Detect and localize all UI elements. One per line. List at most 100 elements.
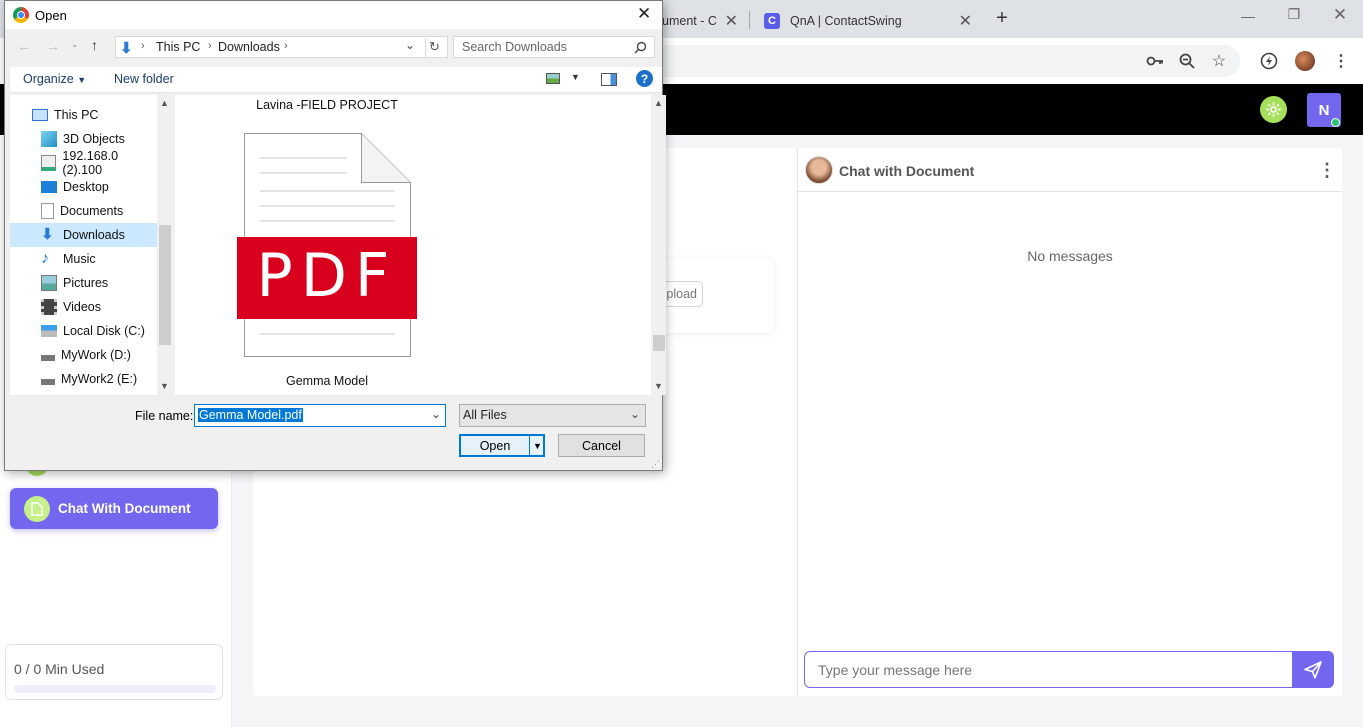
nav-item-label: Local Disk (C:) xyxy=(63,324,145,338)
profile-avatar[interactable] xyxy=(1295,51,1315,71)
key-icon[interactable] xyxy=(1144,50,1166,72)
file-item-lavina-field-project[interactable]: Lavina -FIELD PROJECT xyxy=(175,98,479,112)
nav-scrollbar[interactable]: ▲ ▼ xyxy=(157,95,173,395)
close-icon[interactable]: ✕ xyxy=(959,11,972,31)
tab-divider xyxy=(749,11,750,29)
file-name-value: Gemma Model.pdf xyxy=(198,408,303,422)
open-dropdown-icon[interactable]: ▼ xyxy=(533,441,542,451)
scroll-up-icon[interactable]: ▲ xyxy=(160,98,169,108)
dialog-close-icon[interactable]: ✕ xyxy=(637,4,651,24)
chrome-logo-icon xyxy=(13,7,29,23)
breadcrumb-this-pc[interactable]: This PC xyxy=(156,40,200,54)
browser-tab-active[interactable]: C QnA | ContactSwing ✕ xyxy=(752,4,984,38)
nav-item-label: MyWork2 (E:) xyxy=(61,372,138,386)
file-name-dropdown-icon[interactable]: ⌄ xyxy=(431,407,441,421)
drive-icon xyxy=(41,379,55,385)
file-name-label: Gemma Model xyxy=(286,374,368,388)
file-item-gemma-model[interactable]: PDF Gemma Model xyxy=(237,133,417,388)
nav-scrollbar-thumb[interactable] xyxy=(159,225,171,345)
cancel-button[interactable]: Cancel xyxy=(558,434,645,457)
nav-item-pictures[interactable]: Pictures xyxy=(10,271,157,295)
nav-item-label: Videos xyxy=(63,300,101,314)
view-dropdown-icon[interactable]: ▼ xyxy=(571,72,580,82)
nav-item-label: MyWork (D:) xyxy=(61,348,131,362)
close-icon[interactable]: ✕ xyxy=(725,11,738,31)
chat-title: Chat with Document xyxy=(839,163,975,179)
nav-item-desktop[interactable]: Desktop xyxy=(10,175,157,199)
computer-icon xyxy=(32,109,48,121)
dialog-address-bar[interactable]: ⬇ › This PC › Downloads › ⌄ ↻ xyxy=(115,36,448,58)
tab-title: QnA | ContactSwing xyxy=(790,14,902,28)
nav-item-downloads[interactable]: ⬇ Downloads xyxy=(10,223,157,247)
pdf-thumb-label: PDF xyxy=(256,241,398,311)
file-type-select[interactable]: All Files ⌄ xyxy=(459,404,646,427)
refresh-icon[interactable]: ↻ xyxy=(429,39,440,55)
new-folder-button[interactable]: New folder xyxy=(114,72,174,86)
file-type-dropdown-icon[interactable]: ⌄ xyxy=(630,407,640,421)
nav-item-local-disk-c[interactable]: Local Disk (C:) xyxy=(10,319,157,343)
file-type-value: All Files xyxy=(463,408,507,422)
forward-arrow-icon[interactable]: → xyxy=(46,38,60,54)
scroll-down-icon[interactable]: ▼ xyxy=(654,381,663,391)
file-open-dialog: Open ✕ ← → ⌄ ↑ ⬇ › This PC › Downloads ›… xyxy=(4,0,666,471)
nav-item-label: Pictures xyxy=(63,276,109,290)
contactswing-favicon-icon: C xyxy=(764,13,780,29)
chat-menu-kebab-icon[interactable]: ⋮ xyxy=(1318,160,1336,181)
breadcrumb-downloads[interactable]: Downloads xyxy=(218,40,280,54)
address-dropdown-icon[interactable]: ⌄ xyxy=(405,38,415,52)
open-button[interactable]: Open ▼ xyxy=(459,434,545,457)
nav-item-mywork-d[interactable]: MyWork (D:) xyxy=(10,343,157,367)
nav-item-this-pc[interactable]: This PC xyxy=(10,103,157,127)
window-close-icon[interactable]: ✕ xyxy=(1330,5,1350,25)
nav-item-label: 3D Objects xyxy=(63,132,125,146)
cube-icon xyxy=(41,131,57,147)
download-arrow-icon: ⬇ xyxy=(41,226,54,243)
new-tab-button[interactable]: + xyxy=(988,7,1016,31)
nav-item-documents[interactable]: Documents xyxy=(10,199,157,223)
zoom-icon[interactable] xyxy=(1176,50,1198,72)
restore-icon[interactable]: ❐ xyxy=(1284,6,1304,26)
nav-item-label: Downloads xyxy=(63,228,125,242)
organize-menu[interactable]: Organize ▼ xyxy=(23,72,86,86)
nav-item-network-drive[interactable]: 192.168.0 (2).100 xyxy=(10,149,157,177)
file-scrollbar-thumb[interactable] xyxy=(653,335,665,351)
file-name-input[interactable]: Gemma Model.pdf ⌄ xyxy=(194,404,446,427)
extension-icon[interactable] xyxy=(1258,50,1280,72)
usage-text: 0 / 0 Min Used xyxy=(14,661,105,677)
help-icon[interactable]: ? xyxy=(636,70,653,87)
nav-item-label: This PC xyxy=(54,108,99,122)
nav-item-label: Documents xyxy=(60,204,124,218)
send-button[interactable] xyxy=(1292,651,1334,688)
open-button-label: Open xyxy=(479,438,511,453)
back-arrow-icon[interactable]: ← xyxy=(17,38,31,54)
nav-item-mywork2-e[interactable]: MyWork2 (E:) xyxy=(10,367,157,391)
up-arrow-icon[interactable]: ↑ xyxy=(91,37,98,53)
scroll-up-icon[interactable]: ▲ xyxy=(654,98,663,108)
chat-panel: Chat with Document ⋮ No messages xyxy=(797,148,1342,696)
no-messages-text: No messages xyxy=(1027,248,1113,264)
file-name-label: File name: xyxy=(135,409,194,423)
chat-message-input[interactable] xyxy=(804,651,1334,688)
dialog-search-box[interactable]: Search Downloads xyxy=(453,36,655,58)
nav-item-videos[interactable]: Videos xyxy=(10,295,157,319)
scroll-down-icon[interactable]: ▼ xyxy=(160,381,169,391)
dialog-command-bar: Organize ▼ New folder ▼ ? xyxy=(10,67,662,93)
resize-grip-icon[interactable]: ⋰ xyxy=(651,459,660,470)
dialog-titlebar: Open ✕ xyxy=(5,1,662,29)
nav-item-3d-objects[interactable]: 3D Objects xyxy=(10,127,157,151)
minimize-icon[interactable]: — xyxy=(1238,8,1258,28)
send-paper-plane-icon xyxy=(1304,660,1322,679)
network-drive-icon xyxy=(41,155,57,171)
browser-tab[interactable]: ument - C ✕ xyxy=(650,4,750,38)
chat-with-document-button[interactable]: Chat With Document xyxy=(10,488,218,529)
preview-pane-icon[interactable] xyxy=(601,73,617,86)
recent-dropdown-icon[interactable]: ⌄ xyxy=(71,39,79,50)
nav-item-music[interactable]: ♪ Music xyxy=(10,247,157,271)
bookmark-star-icon[interactable]: ☆ xyxy=(1208,50,1230,72)
view-options-icon[interactable] xyxy=(546,73,560,84)
file-list-scrollbar[interactable]: ▲ ▼ xyxy=(651,95,666,395)
file-list-pane: Lavina -FIELD PROJECT PDF Gemma Model xyxy=(175,95,651,395)
search-placeholder: Search Downloads xyxy=(462,40,567,54)
menu-kebab-icon[interactable]: ⋮ xyxy=(1330,50,1352,72)
settings-gear-icon[interactable] xyxy=(1260,96,1287,123)
